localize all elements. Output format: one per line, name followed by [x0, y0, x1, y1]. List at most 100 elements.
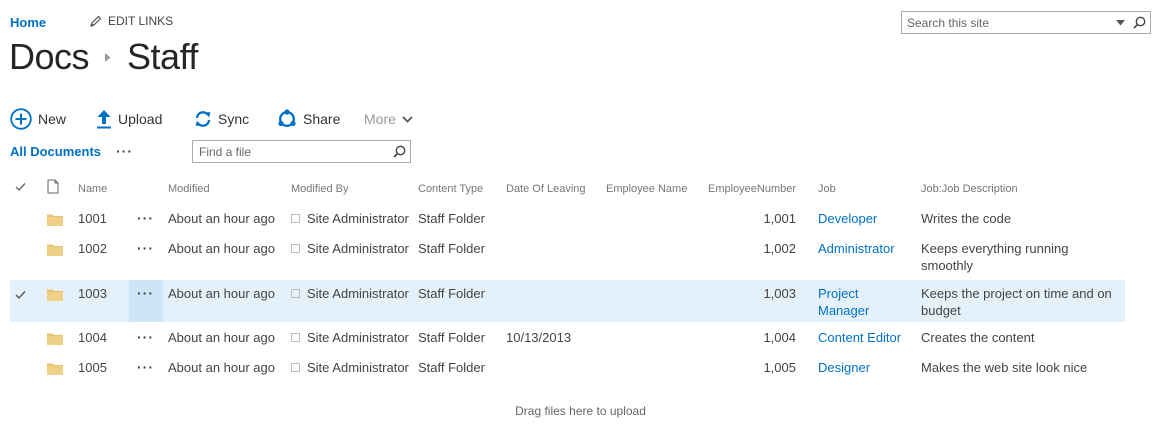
row-name-link[interactable]: 1004	[78, 329, 107, 346]
column-header-job[interactable]: Job	[818, 183, 836, 195]
edit-links-button[interactable]: EDIT LINKS	[90, 14, 173, 28]
upload-label: Upload	[118, 111, 163, 127]
share-button[interactable]: Share	[277, 107, 340, 131]
view-all-documents[interactable]: All Documents	[10, 144, 101, 159]
table-row[interactable]: 1003 ··· About an hour ago Site Administrat…	[10, 280, 1125, 322]
more-label: More	[364, 111, 396, 127]
pencil-icon	[90, 15, 102, 27]
upload-arrow-icon	[97, 110, 111, 129]
document-type-header-icon[interactable]	[47, 179, 59, 197]
more-button[interactable]: More	[364, 107, 413, 131]
home-link[interactable]: Home	[10, 15, 46, 30]
row-name-link[interactable]: 1002	[78, 240, 107, 257]
cell-modified: About an hour ago	[168, 330, 275, 345]
table-row[interactable]: 1004 ··· About an hour ago Site Administrat…	[10, 329, 1125, 355]
cell-job-description: Keeps everything running smoothly	[921, 241, 1069, 273]
cell-job-description: Keeps the project on time and on budget	[921, 286, 1112, 318]
cell-content-type: Staff Folder	[418, 330, 485, 345]
folder-icon	[47, 288, 63, 301]
sync-icon	[195, 111, 211, 127]
dropdown-arrow-icon	[1115, 19, 1125, 25]
cell-modified: About an hour ago	[168, 211, 275, 226]
table-row[interactable]: 1002 ··· About an hour ago Site Administrat…	[10, 240, 1125, 278]
folder-icon	[47, 243, 63, 256]
new-button[interactable]: New	[10, 107, 66, 131]
ellipsis-icon[interactable]: ···	[137, 285, 154, 302]
column-header-modified[interactable]: Modified	[168, 183, 210, 195]
view-options-ellipsis-icon[interactable]: ···	[116, 143, 133, 159]
upload-button[interactable]: Upload	[96, 107, 162, 131]
cell-employee-number: 1,005	[763, 360, 796, 375]
drag-files-note: Drag files here to upload	[515, 404, 646, 418]
ellipsis-icon[interactable]: ···	[137, 359, 154, 376]
cell-modified-by[interactable]: Site Administrator	[291, 359, 409, 376]
column-header-employee-name[interactable]: Employee Name	[606, 183, 687, 195]
cell-job-description: Writes the code	[921, 211, 1012, 226]
table-row[interactable]: 1001 ··· About an hour ago Site Administrat…	[10, 210, 1125, 236]
column-header-content-type[interactable]: Content Type	[418, 183, 483, 195]
search-icon	[1132, 16, 1145, 29]
cell-date-of-leaving: 10/13/2013	[506, 330, 572, 345]
cell-modified-by[interactable]: Site Administrator	[291, 210, 409, 227]
sync-button[interactable]: Sync	[194, 107, 249, 131]
cell-employee-number: 1,002	[763, 241, 796, 256]
row-name-link[interactable]: 1005	[78, 359, 107, 376]
cell-employee-number: 1,003	[763, 286, 796, 301]
column-header-employee-number[interactable]: EmployeeNumber	[708, 183, 796, 195]
ellipsis-icon[interactable]: ···	[137, 240, 154, 257]
cell-content-type: Staff Folder	[418, 241, 485, 256]
presence-indicator-icon	[291, 244, 300, 253]
breadcrumb-docs-link[interactable]: Docs	[9, 36, 90, 78]
cell-job-link[interactable]: Administrator	[818, 240, 908, 257]
chevron-down-icon	[402, 115, 413, 123]
find-file-input[interactable]	[193, 141, 388, 162]
cell-job-link[interactable]: Developer	[818, 210, 908, 227]
share-label: Share	[303, 111, 341, 127]
cell-modified-by[interactable]: Site Administrator	[291, 240, 409, 257]
select-all-checkmark-icon[interactable]	[15, 182, 26, 195]
cell-job-link[interactable]: Designer	[818, 359, 908, 376]
column-header-name[interactable]: Name	[78, 183, 107, 195]
row-name-link[interactable]: 1001	[78, 210, 107, 227]
search-icon	[392, 145, 405, 158]
ellipsis-icon[interactable]: ···	[137, 329, 154, 346]
folder-icon	[47, 362, 63, 375]
column-header-date-of-leaving[interactable]: Date Of Leaving	[506, 183, 586, 195]
cell-modified-by[interactable]: Site Administrator	[291, 329, 409, 346]
cell-modified: About an hour ago	[168, 241, 275, 256]
edit-links-label: EDIT LINKS	[108, 14, 174, 28]
cell-job-description: Makes the web site look nice	[921, 360, 1088, 375]
ellipsis-icon[interactable]: ···	[137, 210, 154, 227]
cell-modified: About an hour ago	[168, 286, 275, 301]
site-search-input[interactable]	[902, 12, 1112, 33]
cell-job-description: Creates the content	[921, 330, 1035, 345]
cell-modified: About an hour ago	[168, 360, 275, 375]
row-name-link[interactable]: 1003	[78, 285, 107, 302]
cell-content-type: Staff Folder	[418, 360, 485, 375]
presence-indicator-icon	[291, 289, 300, 298]
cell-job-link[interactable]: Content Editor	[818, 329, 908, 346]
cell-employee-number: 1,004	[763, 330, 796, 345]
sync-label: Sync	[218, 111, 250, 127]
folder-icon	[47, 332, 63, 345]
search-scope-dropdown[interactable]	[1112, 12, 1128, 33]
page-title: Staff	[127, 36, 198, 77]
breadcrumb: Docs Staff	[9, 36, 198, 78]
modified-by-name: Site Administrator	[307, 360, 409, 375]
find-file-button[interactable]	[388, 141, 410, 162]
site-search-button[interactable]	[1128, 12, 1150, 33]
table-row[interactable]: 1005 ··· About an hour ago Site Administrat…	[10, 359, 1125, 385]
find-file-box	[192, 140, 411, 163]
modified-by-name: Site Administrator	[307, 211, 409, 226]
plus-circle-icon	[10, 108, 32, 130]
modified-by-name: Site Administrator	[307, 286, 409, 301]
cell-content-type: Staff Folder	[418, 211, 485, 226]
column-header-modified-by[interactable]: Modified By	[291, 183, 348, 195]
cell-modified-by[interactable]: Site Administrator	[291, 285, 409, 302]
row-selected-checkmark-icon[interactable]	[15, 288, 26, 303]
presence-indicator-icon	[291, 333, 300, 342]
cell-job-link[interactable]: Project Manager	[818, 285, 908, 319]
chevron-right-icon	[105, 52, 111, 62]
share-icon	[278, 109, 296, 128]
column-header-job-description[interactable]: Job:Job Description	[921, 183, 1018, 195]
